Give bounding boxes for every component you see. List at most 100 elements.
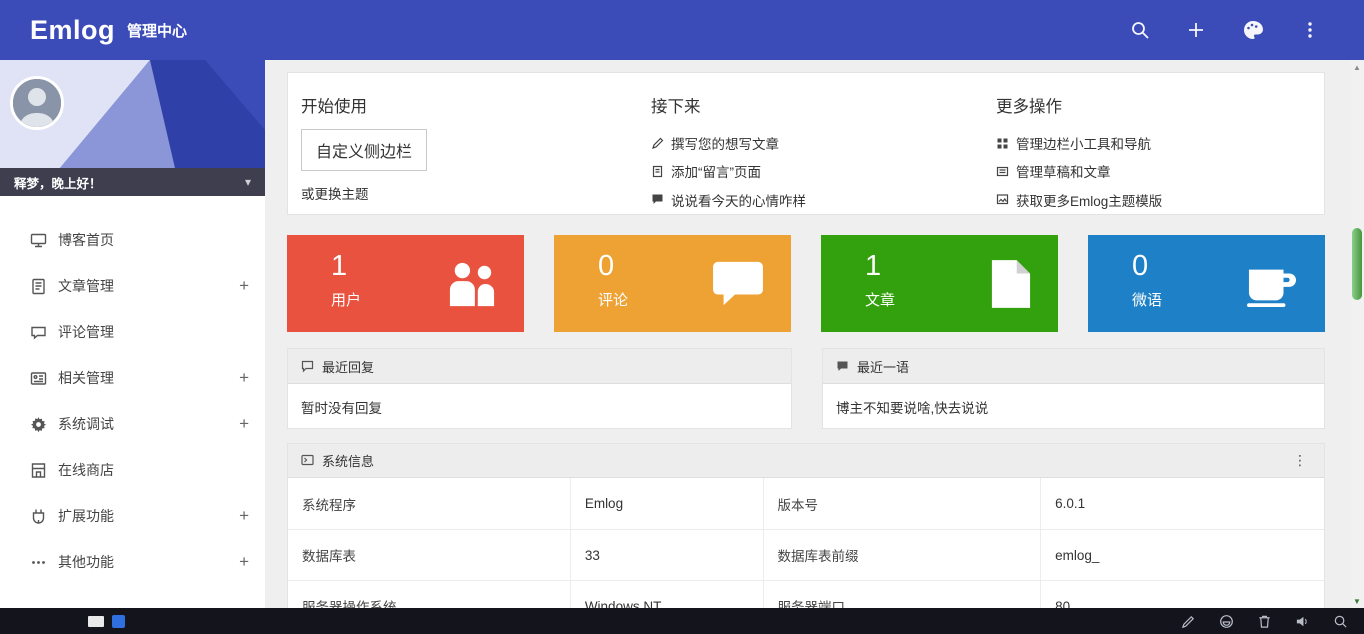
table-cell-value: Windows NT	[571, 580, 764, 608]
expand-plus-icon[interactable]: +	[239, 552, 249, 572]
quickstart-start-column: 开始使用 自定义侧边栏 或更换主题	[301, 93, 651, 214]
monitor-icon	[30, 232, 47, 249]
quickstart-card: 开始使用 自定义侧边栏 或更换主题 接下来 撰写您的想写文章 添加“留言”页面 …	[287, 72, 1325, 215]
table-cell-label: 版本号	[764, 478, 1042, 529]
link-label: 管理草稿和文章	[1016, 161, 1111, 181]
avatar[interactable]	[10, 76, 64, 130]
document-icon	[990, 258, 1032, 310]
chevron-down-icon: ▾	[245, 175, 251, 189]
add-guestbook-page-link[interactable]: 添加“留言”页面	[651, 157, 996, 185]
quickstart-more-column: 更多操作 管理边栏小工具和导航 管理草稿和文章 获取更多Emlog主题模版	[996, 93, 1324, 214]
section-title: 更多操作	[996, 93, 1324, 117]
manage-drafts-link[interactable]: 管理草稿和文章	[996, 157, 1324, 185]
expand-plus-icon[interactable]: +	[239, 414, 249, 434]
sidebar-item-label: 系统调试	[58, 414, 114, 434]
recent-replies-panel: 最近回复 暂时没有回复	[287, 348, 792, 429]
table-cell-label: 服务器端口	[764, 580, 1042, 608]
taskbar	[0, 608, 1364, 634]
link-label: 获取更多Emlog主题模版	[1016, 190, 1162, 210]
note-bubble-icon	[836, 360, 849, 373]
panel-title: 最近一语	[857, 357, 909, 376]
profile-banner	[0, 60, 265, 168]
system-info-header: 系统信息 ⋮	[288, 444, 1324, 478]
reply-bubble-icon	[301, 360, 314, 373]
add-icon[interactable]	[1186, 20, 1206, 40]
theme-palette-icon[interactable]	[1242, 19, 1264, 41]
stat-users[interactable]: 1 用户	[287, 235, 524, 332]
get-themes-link[interactable]: 获取更多Emlog主题模版	[996, 186, 1324, 214]
manage-widgets-link[interactable]: 管理边栏小工具和导航	[996, 129, 1324, 157]
change-theme-link[interactable]: 或更换主题	[301, 183, 651, 203]
vertical-scrollbar[interactable]: ▲ ▼	[1350, 60, 1364, 608]
terminal-icon	[301, 454, 314, 467]
sidebar-item-store[interactable]: 在线商店	[0, 447, 265, 493]
recent-note-text[interactable]: 博主不知要说啥,快去说说	[823, 384, 1324, 430]
edge-browser-icon[interactable]	[1219, 614, 1234, 629]
sidebar-item-other[interactable]: 其他功能 +	[0, 539, 265, 585]
sidebar-item-related[interactable]: 相关管理 +	[0, 355, 265, 401]
panel-header: 最近回复	[288, 349, 791, 384]
ellipsis-icon	[30, 554, 47, 571]
taskbar-app-icon-blue[interactable]	[112, 615, 125, 628]
system-info-panel: 系统信息 ⋮ 系统程序 Emlog 版本号 6.0.1 数据库表 33 数据库表…	[287, 443, 1325, 608]
stat-microblog[interactable]: 0 微语	[1088, 235, 1325, 332]
customize-sidebar-button[interactable]: 自定义侧边栏	[301, 129, 427, 171]
taskbar-app-icon[interactable]	[88, 616, 104, 627]
quickstart-next-column: 接下来 撰写您的想写文章 添加“留言”页面 说说看今天的心情咋样	[651, 93, 996, 214]
kebab-menu-icon[interactable]: ⋮	[1289, 452, 1311, 469]
stat-comments[interactable]: 0 评论	[554, 235, 791, 332]
system-info-table: 系统程序 Emlog 版本号 6.0.1 数据库表 33 数据库表前缀 emlo…	[288, 478, 1324, 608]
sidebar-item-label: 博客首页	[58, 230, 114, 250]
topbar-actions	[1130, 19, 1320, 41]
sidebar-item-articles[interactable]: 文章管理 +	[0, 263, 265, 309]
comment-icon	[30, 324, 47, 341]
widgets-grid-icon	[996, 137, 1009, 150]
search-icon[interactable]	[1130, 20, 1150, 40]
emlog-logo: Emlog	[30, 15, 115, 46]
sidebar-item-system-debug[interactable]: 系统调试 +	[0, 401, 265, 447]
recent-note-panel: 最近一语 博主不知要说啥,快去说说	[822, 348, 1325, 429]
sidebar-item-extensions[interactable]: 扩展功能 +	[0, 493, 265, 539]
write-article-link[interactable]: 撰写您的想写文章	[651, 129, 996, 157]
expand-plus-icon[interactable]: +	[239, 368, 249, 388]
plugin-icon	[30, 508, 47, 525]
expand-plus-icon[interactable]: +	[239, 276, 249, 296]
greeting-text: 释梦，晚上好！	[14, 173, 102, 192]
main-content: 开始使用 自定义侧边栏 或更换主题 接下来 撰写您的想写文章 添加“留言”页面 …	[265, 60, 1350, 608]
table-cell-value: 6.0.1	[1041, 478, 1324, 529]
link-label: 管理边栏小工具和导航	[1016, 133, 1151, 153]
link-label: 说说看今天的心情咋样	[671, 190, 806, 210]
user-greeting-dropdown[interactable]: 释梦，晚上好！ ▾	[0, 168, 265, 196]
trash-icon[interactable]	[1257, 614, 1272, 629]
gear-icon	[30, 416, 47, 433]
speaker-icon[interactable]	[1295, 614, 1310, 629]
stat-articles[interactable]: 1 文章	[821, 235, 1058, 332]
store-icon	[30, 462, 47, 479]
taskbar-left-items	[88, 615, 125, 628]
post-mood-link[interactable]: 说说看今天的心情咋样	[651, 186, 996, 214]
sidebar-item-blog-home[interactable]: 博客首页	[0, 217, 265, 263]
emlog-admin-dashboard: { "topbar": { "logo": "Emlog", "title": …	[0, 0, 1364, 634]
table-cell-value: Emlog	[571, 478, 764, 529]
drafts-icon	[996, 165, 1009, 178]
users-icon	[446, 260, 498, 308]
more-menu-icon[interactable]	[1300, 20, 1320, 40]
recent-replies-empty-text: 暂时没有回复	[288, 384, 791, 430]
pencil-icon	[651, 137, 664, 150]
table-cell-value: 33	[571, 529, 764, 580]
table-cell-label: 服务器操作系统	[288, 580, 571, 608]
panel-header: 最近一语	[823, 349, 1324, 384]
table-cell-value: emlog_	[1041, 529, 1324, 580]
scroll-up-arrow[interactable]: ▲	[1350, 60, 1364, 74]
sidebar-item-label: 扩展功能	[58, 506, 114, 526]
magnifier-icon[interactable]	[1333, 614, 1348, 629]
stat-tiles: 1 用户 0 评论 1 文章	[287, 235, 1325, 332]
sidebar-item-label: 在线商店	[58, 460, 114, 480]
expand-plus-icon[interactable]: +	[239, 506, 249, 526]
scroll-down-arrow[interactable]: ▼	[1350, 594, 1364, 608]
pen-icon[interactable]	[1181, 614, 1196, 629]
sidebar-item-comments[interactable]: 评论管理	[0, 309, 265, 355]
admin-center-title: 管理中心	[127, 20, 187, 41]
scrollbar-thumb[interactable]	[1352, 228, 1362, 300]
sidebar-menu: 博客首页 文章管理 + 评论管理 相关管理 + 系统调试	[0, 196, 265, 585]
